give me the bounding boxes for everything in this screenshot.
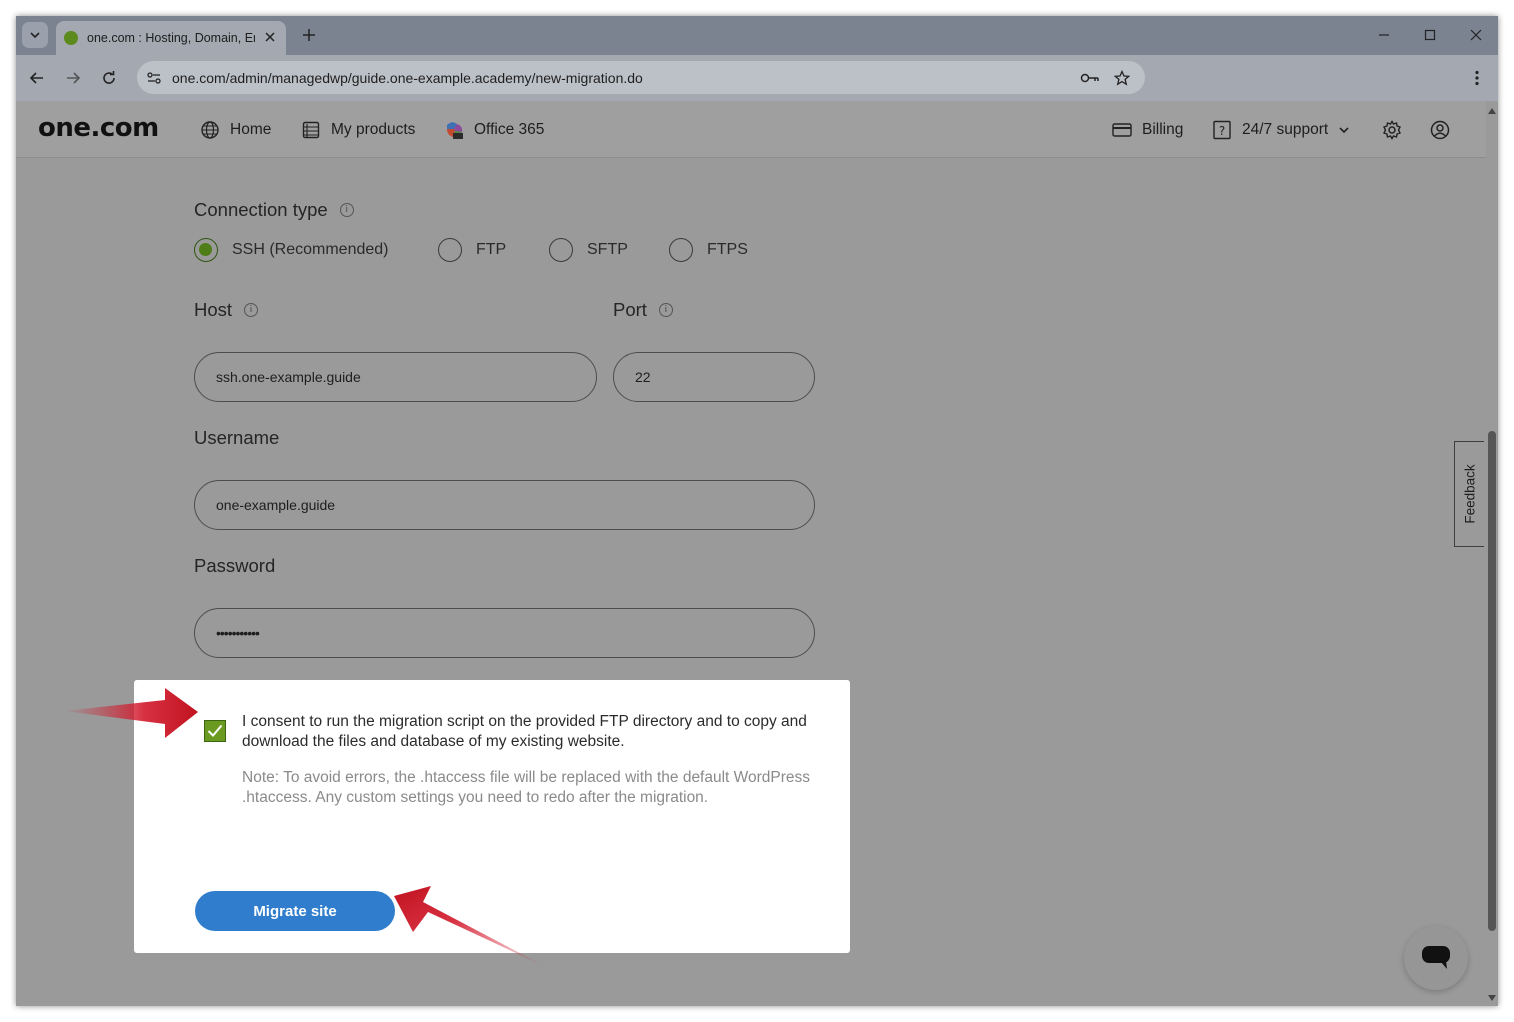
tab-title: one.com : Hosting, Domain, Email <box>87 31 255 45</box>
browser-menu-icon[interactable] <box>1466 66 1488 90</box>
gear-icon <box>1382 120 1402 140</box>
page-scrollbar[interactable] <box>1486 101 1498 1006</box>
back-button[interactable] <box>25 66 49 90</box>
scroll-down-icon[interactable] <box>1488 994 1496 1002</box>
chevron-down-icon <box>30 32 40 39</box>
bookmark-star-icon[interactable] <box>1111 67 1133 89</box>
close-icon <box>1470 29 1482 41</box>
nav-home[interactable]: Home <box>200 119 271 141</box>
nav-billing-label: Billing <box>1142 121 1184 138</box>
info-icon[interactable]: i <box>244 303 259 317</box>
scroll-thumb[interactable] <box>1488 431 1496 931</box>
arrow-right-icon <box>67 72 81 84</box>
info-icon[interactable]: i <box>658 303 673 317</box>
nav-office-365[interactable]: Office 365 <box>444 119 544 141</box>
address-bar[interactable]: one.com/admin/managedwp/guide.one-exampl… <box>137 61 1145 94</box>
nav-billing[interactable]: Billing <box>1112 119 1183 141</box>
tab-search-button[interactable] <box>22 22 48 48</box>
radio-ftp-label: FTP <box>476 241 507 258</box>
office-365-icon <box>444 120 464 140</box>
one-com-logo[interactable]: one.com <box>38 113 159 143</box>
forward-button[interactable] <box>61 66 85 90</box>
checkmark-icon <box>207 724 223 737</box>
radio-ftps-label: FTPS <box>707 241 748 258</box>
feedback-label: Feedback <box>1462 464 1477 524</box>
host-label: Host i <box>194 299 259 321</box>
maximize-button[interactable] <box>1418 24 1442 46</box>
chevron-down-icon <box>1339 127 1349 134</box>
chat-button[interactable] <box>1404 926 1468 990</box>
radio-button[interactable] <box>438 238 462 262</box>
reload-button[interactable] <box>97 66 121 90</box>
close-tab-icon[interactable] <box>262 29 278 45</box>
site-header: one.com Home My products Office 365 Bill… <box>16 101 1498 158</box>
plus-icon <box>303 29 315 41</box>
consent-checkbox[interactable] <box>204 720 226 742</box>
credit-card-icon <box>1112 120 1132 140</box>
port-input[interactable]: 22 <box>613 352 815 402</box>
radio-button[interactable] <box>549 238 573 262</box>
nav-support[interactable]: ? 24/7 support <box>1212 119 1350 141</box>
close-window-button[interactable] <box>1464 24 1488 46</box>
minimize-icon <box>1379 34 1389 36</box>
browser-toolbar: one.com/admin/managedwp/guide.one-exampl… <box>16 55 1498 101</box>
site-settings-icon[interactable] <box>144 68 164 88</box>
minimize-button[interactable] <box>1372 24 1396 46</box>
nav-products-label: My products <box>331 121 416 138</box>
radio-ftps[interactable]: FTPS <box>669 237 748 263</box>
username-label: Username <box>194 427 280 448</box>
scroll-up-icon[interactable] <box>1488 107 1496 115</box>
password-input[interactable]: ••••••••••• <box>194 608 815 658</box>
consent-text: I consent to run the migration script on… <box>242 713 807 750</box>
host-input[interactable]: ssh.one-example.guide <box>194 352 597 402</box>
consent-note: Note: To avoid errors, the .htaccess fil… <box>242 769 811 806</box>
port-label: Port i <box>613 299 673 321</box>
new-tab-button[interactable] <box>297 23 321 47</box>
arrow-left-icon <box>29 72 43 84</box>
migrate-site-button[interactable]: Migrate site <box>195 891 395 931</box>
radio-button-selected[interactable] <box>194 238 218 262</box>
radio-ftp[interactable]: FTP <box>438 237 506 263</box>
nav-support-label: 24/7 support <box>1242 121 1329 138</box>
account-button[interactable] <box>1430 119 1450 141</box>
radio-ssh[interactable]: SSH (Recommended) <box>194 237 389 263</box>
svg-text:?: ? <box>1219 124 1225 138</box>
migration-form: Connection type i SSH (Recommended) FTP … <box>16 159 1486 1006</box>
tab-strip: one.com : Hosting, Domain, Email <box>16 16 1498 55</box>
connection-type-label: Connection type i <box>194 199 354 221</box>
radio-sftp-label: SFTP <box>587 241 628 258</box>
password-label: Password <box>194 555 276 576</box>
products-list-icon <box>301 120 321 140</box>
user-icon <box>1430 120 1450 140</box>
feedback-tab[interactable]: Feedback <box>1454 441 1484 547</box>
radio-ssh-label: SSH (Recommended) <box>232 241 389 258</box>
consent-panel: I consent to run the migration script on… <box>134 680 850 953</box>
chat-bubble-icon <box>1422 946 1450 969</box>
username-input[interactable]: one-example.guide <box>194 480 815 530</box>
url-text: one.com/admin/managedwp/guide.one-exampl… <box>172 70 643 86</box>
nav-my-products[interactable]: My products <box>301 119 415 141</box>
browser-tab[interactable]: one.com : Hosting, Domain, Email <box>56 21 286 55</box>
nav-home-label: Home <box>230 121 272 138</box>
reload-icon <box>103 71 115 84</box>
help-icon: ? <box>1212 120 1232 140</box>
globe-icon <box>200 120 220 140</box>
nav-office-label: Office 365 <box>474 121 545 138</box>
browser-window: one.com : Hosting, Domain, Email <box>16 16 1498 1006</box>
password-key-icon[interactable] <box>1079 67 1101 89</box>
radio-sftp[interactable]: SFTP <box>549 237 628 263</box>
maximize-icon <box>1424 29 1436 41</box>
settings-button[interactable] <box>1382 119 1402 141</box>
info-icon[interactable]: i <box>339 203 354 217</box>
site-favicon-icon <box>64 31 78 45</box>
radio-button[interactable] <box>669 238 693 262</box>
